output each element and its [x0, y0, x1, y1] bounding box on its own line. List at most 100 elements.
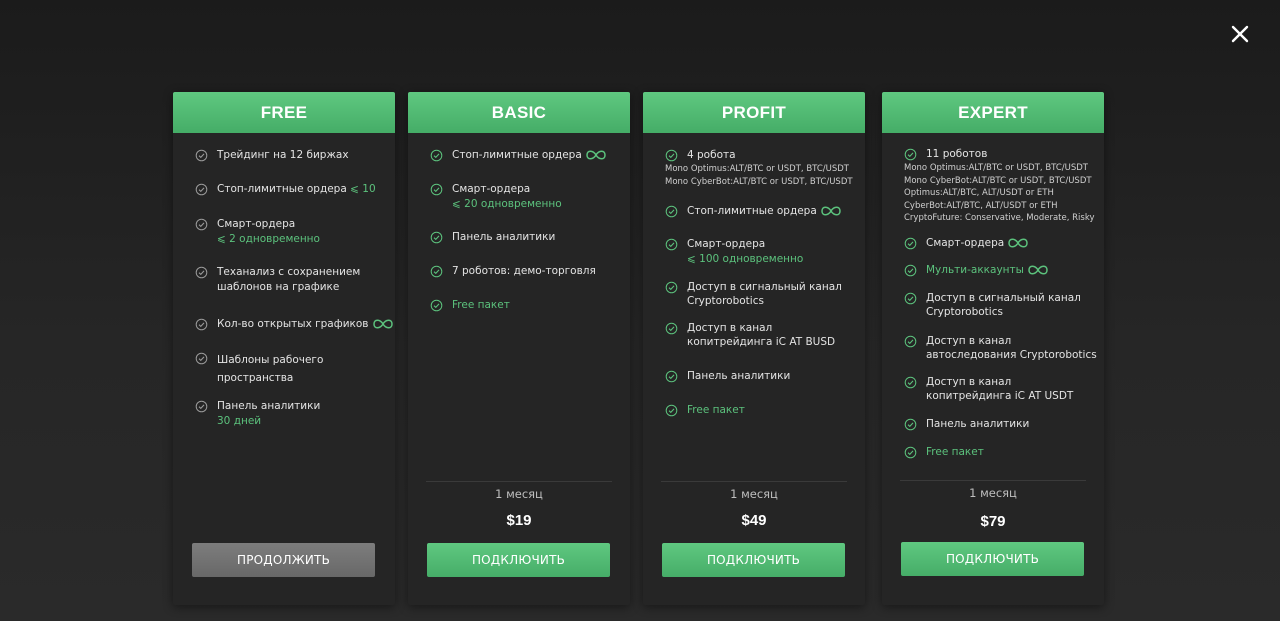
check-icon	[430, 231, 443, 244]
feature-item: Доступ в канал копитрейдинга iC AT USDT	[904, 375, 1098, 403]
feature-item: Мульти-аккаунты	[904, 263, 1098, 278]
check-icon	[904, 446, 917, 459]
connect-button-profit[interactable]: ПОДКЛЮЧИТЬ	[662, 543, 845, 577]
close-button[interactable]	[1224, 18, 1256, 50]
divider	[426, 481, 612, 482]
check-icon	[904, 237, 917, 250]
check-icon	[195, 218, 208, 231]
feature-item: Доступ в сигнальный канал Cryptorobotics	[665, 280, 859, 308]
feature-item: Смарт-ордера ⩽ 2 одновременно	[195, 217, 389, 247]
plan-period: 1 месяц	[495, 487, 543, 501]
feature-item: Смарт-ордера	[904, 236, 1098, 251]
feature-label: Доступ в канал копитрейдинга iC AT USDT	[926, 376, 1074, 402]
feature-label: Панель аналитики	[452, 231, 556, 243]
check-icon	[195, 318, 208, 331]
feature-item: 11 роботов Mono Optimus:ALT/BTC or USDT,…	[904, 147, 1098, 225]
plan-card-profit: PROFIT 4 робота Mono Optimus:ALT/BTC or …	[643, 92, 865, 605]
feature-item: Доступ в канал копитрейдинга iC AT BUSD	[665, 321, 859, 349]
feature-limit: 30 дней	[217, 415, 262, 427]
connect-button-basic[interactable]: ПОДКЛЮЧИТЬ	[427, 543, 610, 577]
plan-period: 1 месяц	[730, 487, 778, 501]
check-icon	[904, 335, 917, 348]
feature-limit: ⩽ 20 одновременно	[452, 198, 562, 210]
feature-item: Free пакет	[904, 445, 1098, 460]
feature-detail: Mono CyberBot:ALT/BTC or USDT, BTC/USDT	[904, 175, 1092, 186]
plan-card-free: FREE Трейдинг на 12 биржах Стоп-лимитные…	[173, 92, 395, 605]
feature-label: Стоп-лимитные ордера	[217, 183, 347, 195]
feature-label: Панель аналитики	[926, 418, 1030, 430]
check-icon	[665, 238, 678, 251]
feature-item: Free пакет	[665, 403, 859, 418]
check-icon	[430, 299, 443, 312]
feature-item: 7 роботов: демо-торговля	[430, 264, 624, 279]
close-icon	[1231, 25, 1249, 43]
feature-label: Трейдинг на 12 биржах	[217, 149, 349, 161]
feature-item: Кол-во открытых графиков	[195, 317, 395, 332]
feature-detail: CryptoFuture: Conservative, Moderate, Ri…	[904, 213, 1095, 223]
feature-item: Трейдинг на 12 биржах	[195, 148, 389, 163]
infinity-icon	[821, 206, 841, 216]
feature-label: Смарт-ордера	[217, 218, 296, 230]
check-icon	[665, 205, 678, 218]
check-icon	[195, 400, 208, 413]
infinity-icon	[372, 319, 393, 329]
divider	[900, 480, 1086, 481]
feature-limit: ⩽ 2 одновременно	[217, 233, 320, 245]
feature-label: Free пакет	[926, 446, 984, 458]
check-icon	[904, 148, 917, 161]
check-icon	[904, 376, 917, 389]
feature-limit: ⩽ 100 одновременно	[687, 253, 804, 265]
check-icon	[904, 418, 917, 431]
feature-detail: Optimus:ALT/BTC, ALT/USDT or ETH	[904, 188, 1054, 198]
feature-detail: Mono Optimus:ALT/BTC or USDT, BTC/USDT	[904, 163, 1088, 173]
check-icon	[665, 370, 678, 383]
check-icon	[665, 322, 678, 335]
check-icon	[195, 183, 208, 196]
feature-label: Доступ в канал копитрейдинга iC AT BUSD	[687, 322, 836, 348]
check-icon	[195, 266, 208, 279]
plan-card-basic: BASIC Стоп-лимитные ордера Смарт-ордера …	[408, 92, 630, 605]
infinity-icon	[1008, 238, 1028, 248]
plan-title: EXPERT	[882, 92, 1104, 133]
plan-price: $79	[980, 513, 1006, 530]
feature-label: Смарт-ордера	[926, 237, 1005, 249]
feature-label: Доступ в канал автоследования Cryptorobo…	[926, 335, 1097, 361]
feature-label: Кол-во открытых графиков	[217, 318, 369, 330]
feature-item: Доступ в канал автоследования Cryptorobo…	[904, 334, 1098, 362]
plan-title: BASIC	[408, 92, 630, 133]
feature-label: Панель аналитики	[687, 370, 791, 382]
feature-item: Панель аналитики	[904, 417, 1098, 432]
feature-label: Free пакет	[452, 299, 510, 311]
check-icon	[430, 183, 443, 196]
plan-title: PROFIT	[643, 92, 865, 133]
connect-button-expert[interactable]: ПОДКЛЮЧИТЬ	[901, 542, 1084, 576]
feature-item: Доступ в сигнальный канал Cryptorobotics	[904, 291, 1098, 319]
feature-item: Смарт-ордера ⩽ 100 одновременно	[665, 237, 859, 267]
plan-price: $49	[741, 512, 767, 529]
feature-item: Теханализ с сохранением шаблонов на граф…	[195, 265, 389, 295]
infinity-icon	[586, 150, 606, 160]
check-icon	[195, 352, 208, 365]
continue-button[interactable]: ПРОДОЛЖИТЬ	[192, 543, 375, 577]
feature-label: Мульти-аккаунты	[926, 264, 1024, 276]
check-icon	[665, 149, 678, 162]
divider	[661, 481, 847, 482]
plan-card-expert: EXPERT 11 роботов Mono Optimus:ALT/BTC o…	[882, 92, 1104, 605]
check-icon	[430, 265, 443, 278]
feature-label: Смарт-ордера	[452, 183, 531, 195]
feature-label: 7 роботов: демо-торговля	[452, 265, 596, 277]
feature-item: Панель аналитики	[665, 369, 859, 384]
feature-item: 4 робота Mono Optimus:ALT/BTC or USDT, B…	[665, 148, 859, 188]
feature-item: Смарт-ордера ⩽ 20 одновременно	[430, 182, 624, 212]
feature-label: 11 роботов	[926, 148, 988, 160]
check-icon	[665, 404, 678, 417]
feature-label: Доступ в сигнальный канал Cryptorobotics	[926, 292, 1081, 318]
infinity-icon	[1028, 265, 1048, 275]
check-icon	[430, 149, 443, 162]
feature-item: Стоп-лимитные ордера ⩽ 10	[195, 182, 389, 197]
plan-price: $19	[506, 512, 532, 529]
plan-title: FREE	[173, 92, 395, 133]
feature-label: Стоп-лимитные ордера	[452, 149, 582, 161]
feature-item: Шаблоны рабочего пространства	[195, 351, 389, 387]
feature-item: Панель аналитики	[430, 230, 624, 245]
